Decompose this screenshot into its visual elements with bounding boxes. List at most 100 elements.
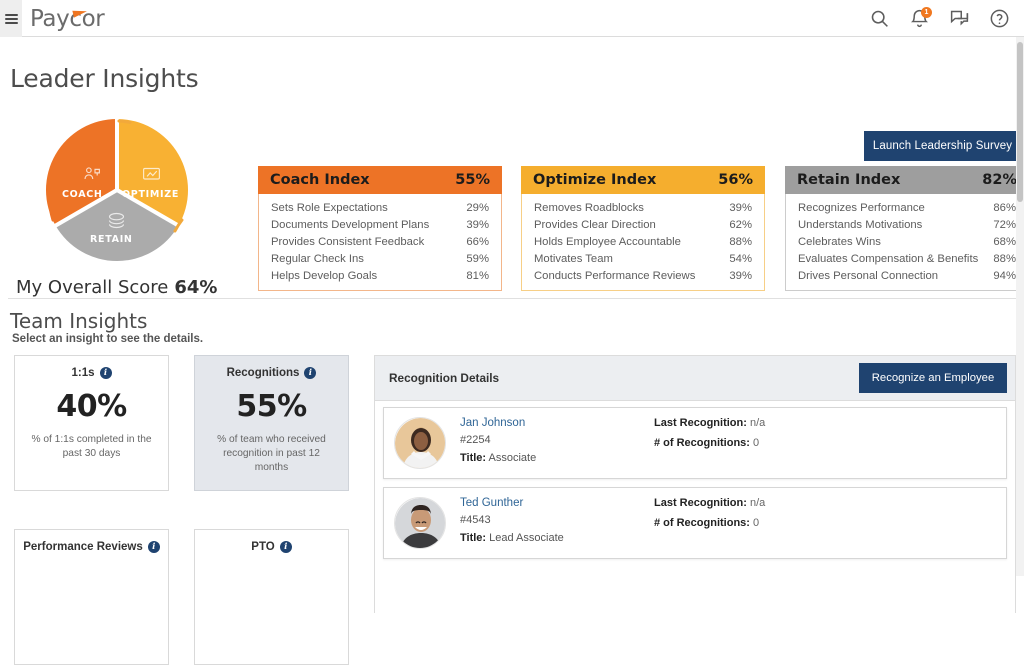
row-label: Helps Develop Goals [271,269,378,282]
table-row: Helps Develop Goals 81% [259,267,501,284]
row-label: Holds Employee Accountable [534,235,681,248]
employee-title-label: Title: [460,532,487,544]
top-bar-icons: 1 [869,0,1010,37]
retain-index-rows: Recognizes Performance 86% Understands M… [785,194,1024,291]
num-recognitions-value: 0 [753,517,760,529]
list-item[interactable]: Jan Johnson #2254 Title: Associate Last … [383,407,1007,479]
row-label: Understands Motivations [798,218,923,231]
insight-tile-performance-reviews[interactable]: Performance Reviews i [14,529,169,665]
table-row: Provides Consistent Feedback 66% [259,233,501,250]
employee-name-link[interactable]: Jan Johnson [460,417,650,429]
optimize-index-title: Optimize Index [533,172,657,188]
recognize-an-employee-button[interactable]: Recognize an Employee [859,363,1007,393]
table-row: Evaluates Compensation & Benefits 88% [786,250,1024,267]
donut-label-retain: RETAIN [90,234,133,245]
num-recognitions-label: # of Recognitions: [654,517,750,529]
employee-title: Title: Lead Associate [460,532,650,544]
row-value: 66% [466,235,489,248]
last-recognition-value: n/a [749,417,766,429]
donut-label-optimize: OPTIMIZE [122,189,180,200]
insight-tile-pto[interactable]: PTO i [194,529,349,665]
row-value: 62% [729,218,752,231]
table-row: Regular Check Ins 59% [259,250,501,267]
tile-header: Recognitions i [227,367,317,379]
employee-info: Jan Johnson #2254 Title: Associate [460,417,650,464]
row-label: Drives Personal Connection [798,269,939,282]
tile-title: PTO [251,541,275,553]
messages-icon[interactable] [949,8,970,29]
recognition-details-title: Recognition Details [389,371,500,385]
recognition-details-panel: Recognition Details Recognize an Employe… [374,355,1016,613]
row-label: Provides Consistent Feedback [271,235,425,248]
retain-index-score: 82% [982,172,1017,188]
row-value: 39% [729,269,752,282]
row-label: Evaluates Compensation & Benefits [798,252,979,265]
coach-index-header: Coach Index 55% [258,166,502,194]
tile-header: Performance Reviews i [23,541,160,553]
row-value: 68% [993,235,1016,248]
employee-title-value: Associate [488,452,537,464]
launch-leadership-survey-button[interactable]: Launch Leadership Survey [864,131,1021,161]
num-recognitions-label: # of Recognitions: [654,437,750,449]
donut-label-coach: COACH [62,189,103,200]
employee-title-label: Title: [460,452,487,464]
coach-index-score: 55% [455,172,490,188]
overall-score: My Overall Score 64% [16,277,217,298]
last-recognition: Last Recognition: n/a [654,417,765,429]
employee-id: #2254 [460,434,491,446]
row-value: 94% [993,269,1016,282]
insight-tile-recognitions[interactable]: Recognitions i 55% % of team who receive… [194,355,349,491]
tile-value: 55% [236,389,307,424]
tile-title: 1:1s [71,367,95,379]
row-value: 86% [993,201,1016,214]
table-row: Sets Role Expectations 29% [259,199,501,216]
employee-name-link[interactable]: Ted Gunther [460,497,650,509]
last-recognition-label: Last Recognition: [654,497,747,509]
num-recognitions: # of Recognitions: 0 [654,517,765,529]
info-icon[interactable]: i [147,541,160,553]
optimize-index-rows: Removes Roadblocks 39% Provides Clear Di… [521,194,765,291]
help-icon[interactable] [989,8,1010,29]
row-value: 39% [729,201,752,214]
notifications-icon[interactable]: 1 [909,7,932,29]
page-scrollbar-thumb[interactable] [1017,42,1023,202]
paycor-logo: Paycor [30,6,105,32]
info-icon[interactable]: i [99,367,112,379]
row-label: Motivates Team [534,252,613,265]
last-recognition-value: n/a [749,497,766,509]
team-insights-title: Team Insights [10,309,148,333]
row-label: Removes Roadblocks [534,201,644,214]
table-row: Provides Clear Direction 62% [522,216,764,233]
page-title: Leader Insights [10,64,199,93]
coach-index-title: Coach Index [270,172,370,188]
table-row: Celebrates Wins 68% [786,233,1024,250]
search-icon[interactable] [869,8,890,29]
row-label: Celebrates Wins [798,235,881,248]
retain-index-card: Retain Index 82% Recognizes Performance … [785,166,1024,291]
avatar [394,497,446,549]
tile-header: 1:1s i [71,367,112,379]
row-label: Documents Development Plans [271,218,430,231]
retain-icon [108,212,125,229]
info-icon[interactable]: i [304,367,317,379]
tile-value: 40% [56,389,127,424]
optimize-icon [143,167,160,180]
insight-tile-one-on-ones[interactable]: 1:1s i 40% % of 1:1s completed in the pa… [14,355,169,491]
num-recognitions-value: 0 [753,437,760,449]
row-label: Regular Check Ins [271,252,364,265]
optimize-index-score: 56% [718,172,753,188]
avatar [394,417,446,469]
retain-index-header: Retain Index 82% [785,166,1024,194]
info-icon[interactable]: i [279,541,292,553]
tile-header: PTO i [251,541,292,553]
optimize-index-header: Optimize Index 56% [521,166,765,194]
row-value: 54% [729,252,752,265]
top-navigation-bar: Paycor 1 [0,0,1024,37]
hamburger-menu-icon[interactable] [4,13,18,24]
row-value: 88% [993,252,1016,265]
table-row: Recognizes Performance 86% [786,199,1024,216]
list-item[interactable]: Ted Gunther #4543 Title: Lead Associate … [383,487,1007,559]
last-recognition-label: Last Recognition: [654,417,747,429]
recognition-details-header: Recognition Details Recognize an Employe… [375,356,1015,401]
retain-index-title: Retain Index [797,172,901,188]
